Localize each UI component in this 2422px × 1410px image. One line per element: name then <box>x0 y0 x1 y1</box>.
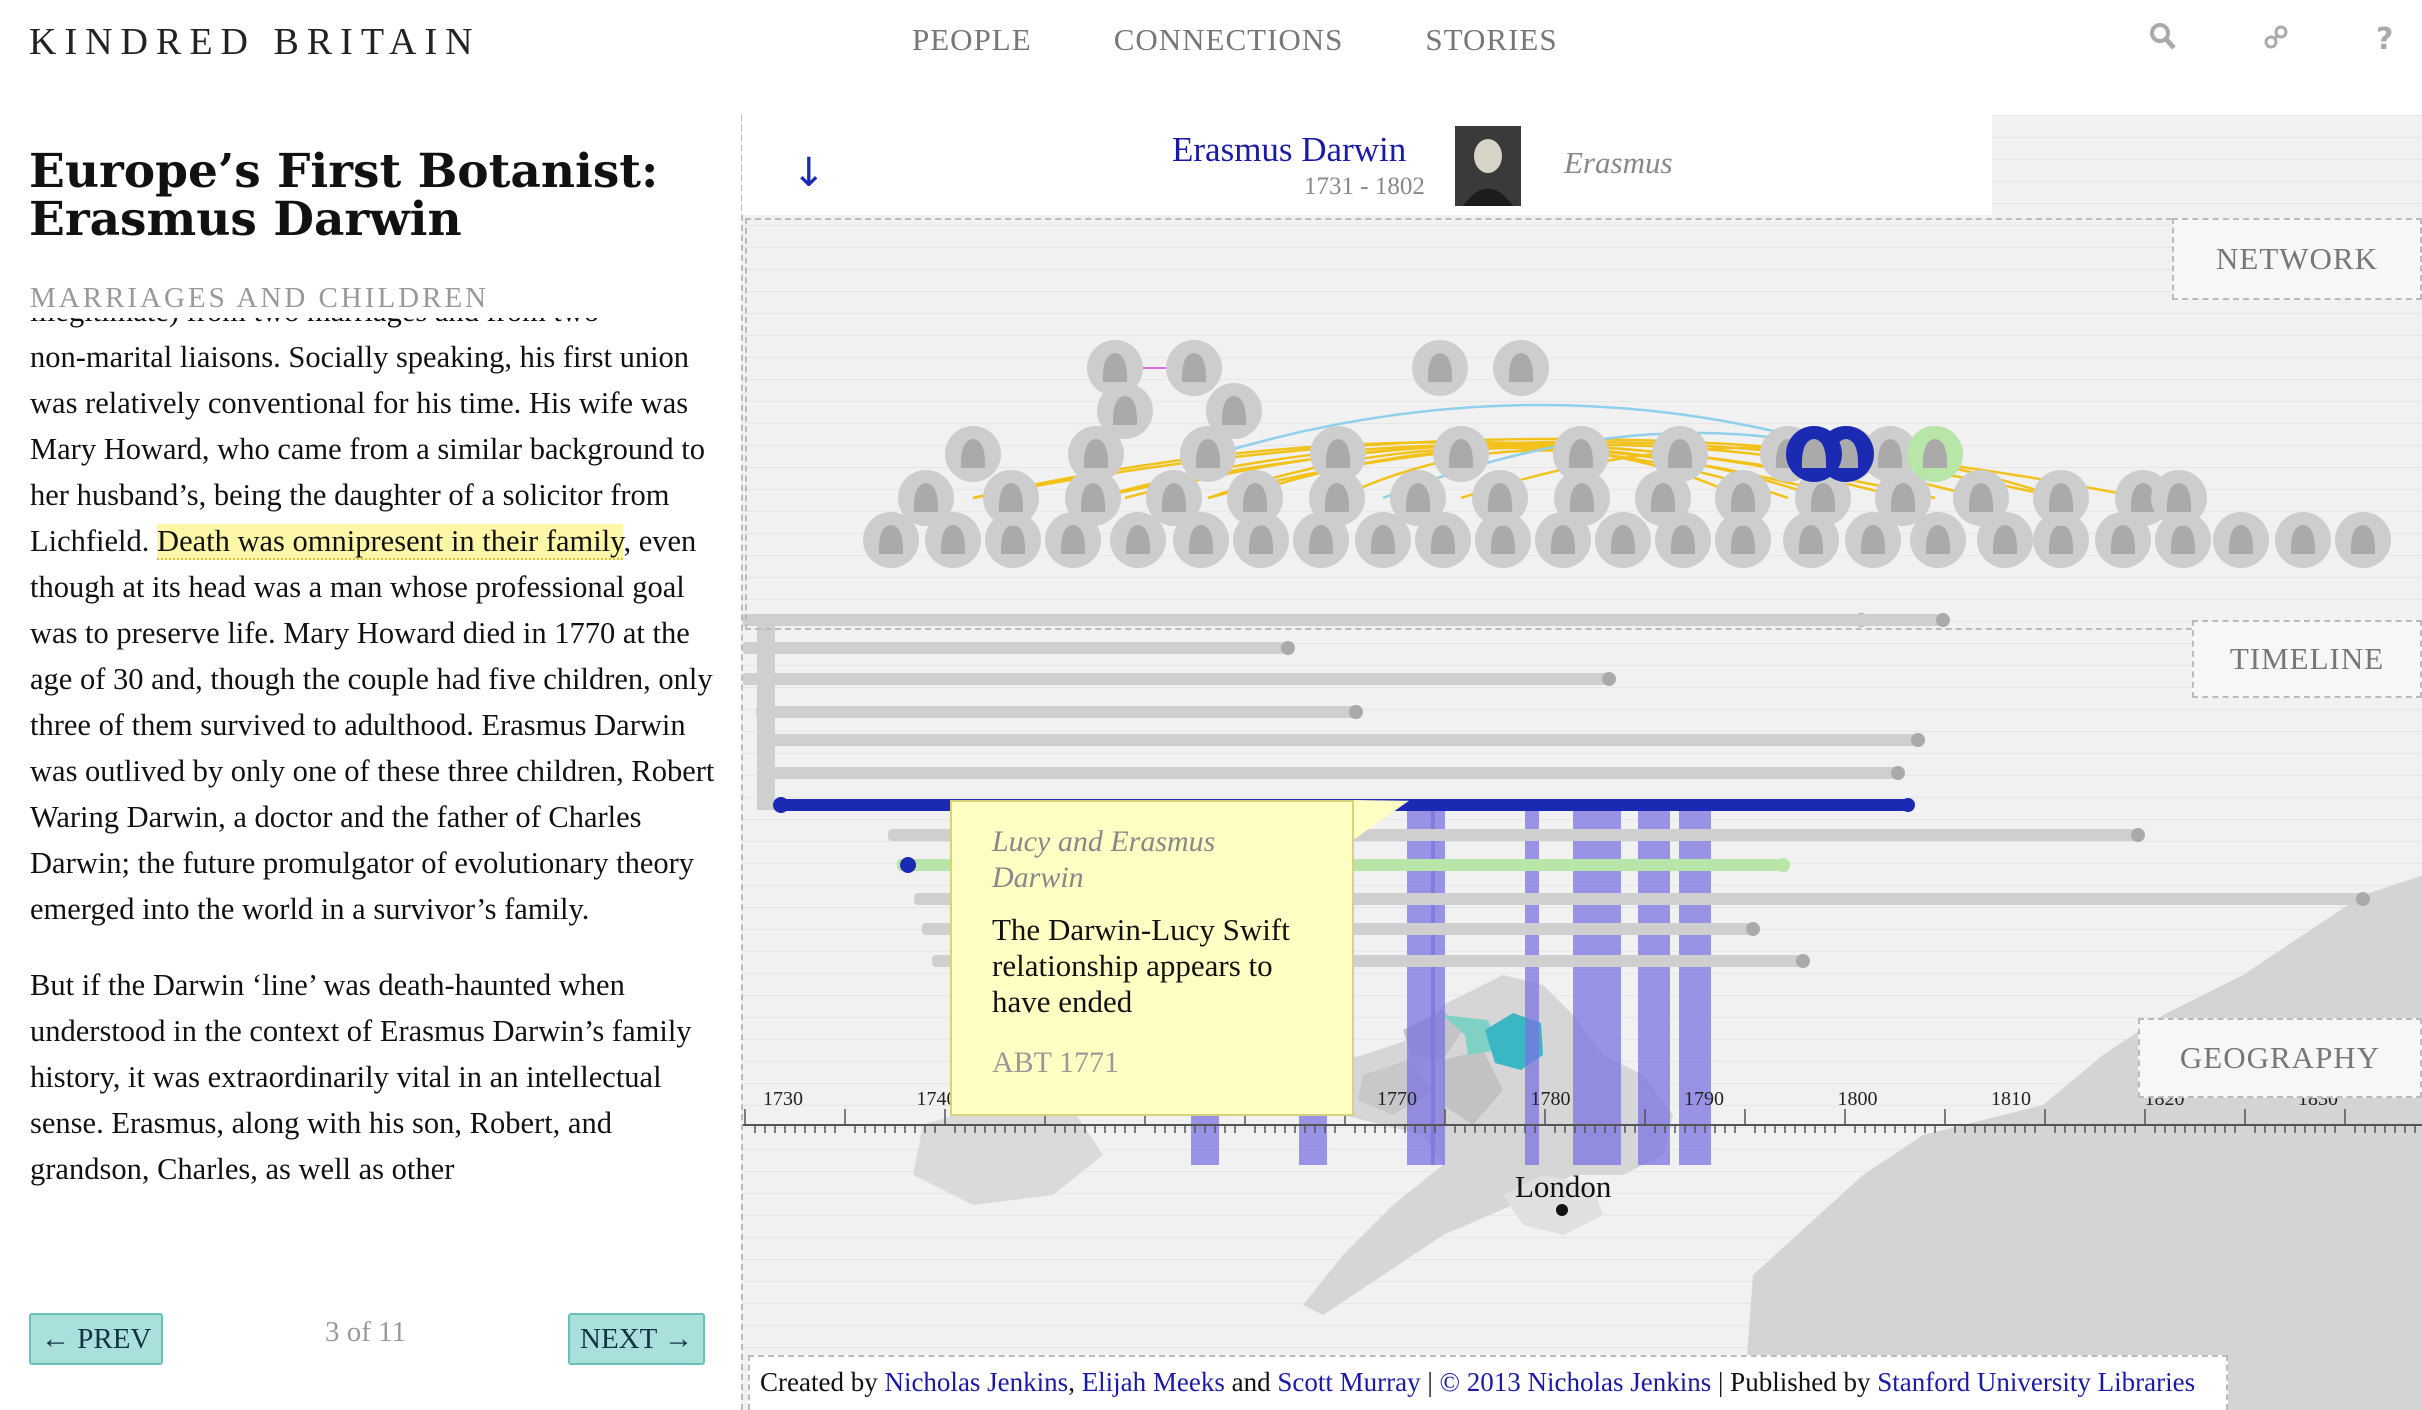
city-label-london: London <box>1515 1169 1612 1204</box>
person-name[interactable]: Erasmus Darwin <box>1172 130 1406 170</box>
timeline-event-dot[interactable] <box>1796 954 1810 968</box>
story-clipped-line: illegitimate) from two marriages and fro… <box>30 318 720 334</box>
timeline-event-dot[interactable] <box>1891 766 1905 780</box>
story-title-line2: Erasmus Darwin <box>29 192 462 247</box>
timeline-event-dot[interactable] <box>2131 828 2145 842</box>
person-nickname: Erasmus <box>1564 145 1673 180</box>
story-title: Europe’s First Botanist: Erasmus Darwin <box>29 148 709 244</box>
help-icon[interactable]: ? <box>2376 22 2393 57</box>
footer-link-author1[interactable]: Nicholas Jenkins <box>884 1367 1068 1397</box>
timeline-event-dot[interactable] <box>900 857 916 873</box>
timeline-event-dot[interactable] <box>1281 641 1295 655</box>
footer-link-author3[interactable]: Scott Murray <box>1277 1367 1420 1397</box>
timeline-lifespan-bar[interactable] <box>772 767 1897 779</box>
footer-text: | <box>1420 1367 1440 1397</box>
story-section-title: MARRIAGES AND CHILDREN <box>30 282 490 314</box>
timeline-event-dot[interactable] <box>1349 705 1363 719</box>
timeline-event-dot[interactable] <box>2356 892 2370 906</box>
footer-text: and <box>1224 1367 1278 1397</box>
site-footer: Created by Nicholas Jenkins, Elijah Meek… <box>748 1355 2228 1410</box>
footer-text: | Published by <box>1711 1367 1878 1397</box>
timeline-lifespan-bar[interactable] <box>756 706 1355 718</box>
tooltip-title: Lucy and Erasmus Darwin <box>992 825 1216 894</box>
axis-year-label: 1730 <box>763 1088 803 1110</box>
story-paragraph-1: non-marital liaisons. Socially speaking,… <box>30 334 720 932</box>
tooltip-date: ABT 1771 <box>992 1046 1119 1079</box>
axis-year-label: 1790 <box>1684 1088 1724 1110</box>
story-title-line1: Europe’s First Botanist: <box>29 144 659 199</box>
relationship-tooltip: Lucy and Erasmus Darwin The Darwin-Lucy … <box>950 800 1354 1116</box>
tooltip-text: The Darwin-Lucy Swift relationship appea… <box>992 912 1290 1019</box>
footer-text: Created by <box>760 1367 885 1397</box>
nav-connections[interactable]: CONNECTIONS <box>1114 22 1344 58</box>
story-text[interactable]: illegitimate) from two marriages and fro… <box>30 318 720 1272</box>
story-text-run: , even though at its head was a man whos… <box>30 524 715 926</box>
timeline-connector <box>757 620 775 810</box>
timeline-event-dot[interactable] <box>1776 858 1790 872</box>
timeline-event-dot[interactable] <box>1901 798 1915 812</box>
axis-year-label: 1780 <box>1531 1088 1571 1110</box>
main-nav: PEOPLE CONNECTIONS STORIES <box>912 22 1558 58</box>
down-arrow-icon[interactable]: ↓ <box>792 150 826 196</box>
tab-network[interactable]: NETWORK <box>2172 218 2422 300</box>
footer-link-publisher[interactable]: Stanford University Libraries <box>1877 1367 2195 1397</box>
person-dates: 1731 - 1802 <box>1304 173 1425 200</box>
next-button[interactable]: NEXT → <box>568 1313 706 1365</box>
nav-people[interactable]: PEOPLE <box>912 22 1032 58</box>
site-logo[interactable]: KINDRED BRITAIN <box>29 20 481 64</box>
tab-geography[interactable]: GEOGRAPHY <box>2138 1018 2422 1098</box>
footer-link-author2[interactable]: Elijah Meeks <box>1082 1367 1225 1397</box>
story-paragraph-2: But if the Darwin ‘line’ was death-haunt… <box>30 968 692 1186</box>
search-icon[interactable] <box>2149 22 2177 60</box>
axis-year-label: 1800 <box>1838 1088 1878 1110</box>
network-frame <box>745 218 2422 630</box>
tab-timeline[interactable]: TIMELINE <box>2192 620 2422 698</box>
timeline-event-dot[interactable] <box>1911 733 1925 747</box>
axis-year-label: 1770 <box>1377 1088 1417 1110</box>
page-indicator: 3 of 11 <box>325 1316 407 1348</box>
prev-button[interactable]: ← PREV <box>29 1313 164 1365</box>
footer-text: , <box>1068 1367 1082 1397</box>
person-portrait[interactable] <box>1455 126 1521 206</box>
timeline-event-dot[interactable] <box>773 797 789 813</box>
timeline-event-dot[interactable] <box>1746 922 1760 936</box>
timeline-lifespan-bar[interactable] <box>743 673 1608 685</box>
timeline-lifespan-bar[interactable] <box>764 734 1917 746</box>
timeline-lifespan-bar[interactable] <box>743 642 1287 654</box>
footer-link-copyright[interactable]: © 2013 Nicholas Jenkins <box>1440 1367 1712 1397</box>
story-highlight-link[interactable]: Death was omnipresent in their family <box>157 524 624 560</box>
london-marker[interactable] <box>1556 1204 1568 1216</box>
nav-stories[interactable]: STORIES <box>1425 22 1557 58</box>
axis-year-label: 1810 <box>1991 1088 2031 1110</box>
timeline-event-dot[interactable] <box>1602 672 1616 686</box>
link-icon[interactable] <box>2262 22 2290 60</box>
